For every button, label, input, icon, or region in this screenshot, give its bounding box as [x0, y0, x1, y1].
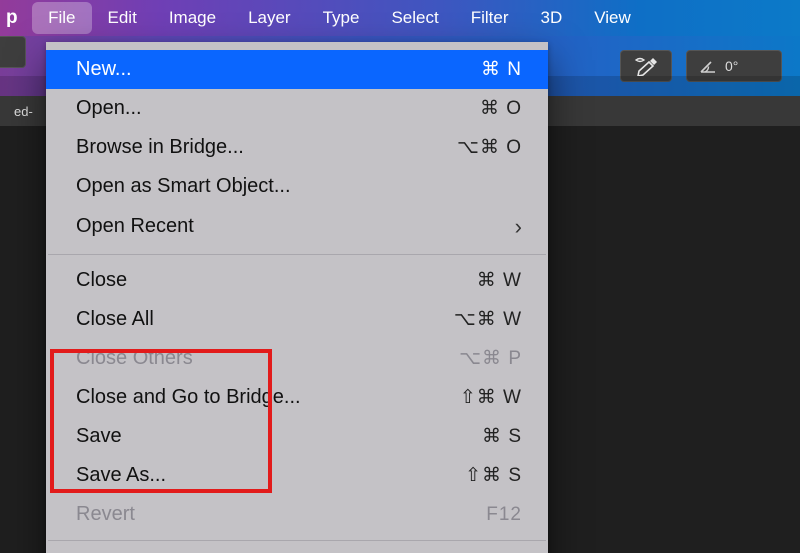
menu-item-label: Open as Smart Object...	[76, 172, 522, 201]
menubar-item-3d[interactable]: 3D	[524, 2, 578, 34]
app-window: p FileEditImageLayerTypeSelectFilter3DVi…	[0, 0, 800, 553]
menu-item-revert: RevertF12	[46, 495, 548, 534]
menu-item-close[interactable]: Close⌘ W	[46, 261, 548, 300]
menu-item-save[interactable]: Save⌘ S	[46, 417, 548, 456]
menu-item-label: Revert	[76, 500, 432, 529]
chevron-right-icon: ›	[502, 211, 522, 243]
rotation-angle-field[interactable]: 0°	[686, 50, 782, 82]
menubar-item-view[interactable]: View	[578, 2, 647, 34]
menu-item-label: Close and Go to Bridge...	[76, 383, 432, 412]
angle-icon	[699, 58, 717, 74]
menubar-item-edit[interactable]: Edit	[92, 2, 153, 34]
file-menu-dropdown: New...⌘ NOpen...⌘ OBrowse in Bridge...⌥⌘…	[46, 42, 548, 553]
menu-item-shortcut: ⌥⌘ O	[432, 134, 522, 162]
app-menu[interactable]: p	[0, 7, 32, 29]
menu-item-shortcut: ⇧⌘ W	[432, 384, 522, 412]
document-tab-fragment[interactable]: ed-	[6, 100, 41, 123]
menubar-item-layer[interactable]: Layer	[232, 2, 307, 34]
menu-item-browse[interactable]: Browse in Bridge...⌥⌘ O	[46, 128, 548, 167]
menubar-item-filter[interactable]: Filter	[455, 2, 525, 34]
menu-item-shortcut: F12	[432, 501, 522, 529]
menubar-item-select[interactable]: Select	[375, 2, 454, 34]
menu-item-label: Open Recent	[76, 212, 502, 241]
menu-item-label: Save	[76, 422, 432, 451]
menu-item-open-smart[interactable]: Open as Smart Object...	[46, 167, 548, 206]
menu-item-label: Open...	[76, 94, 432, 123]
toolbar-left-fragment	[0, 36, 26, 68]
menu-item-label: Browse in Bridge...	[76, 133, 432, 162]
menu-separator	[48, 540, 546, 541]
menu-item-open-recent[interactable]: Open Recent›	[46, 206, 548, 248]
menu-item-shortcut: ⌘ W	[432, 267, 522, 295]
menu-item-save-as[interactable]: Save As...⇧⌘ S	[46, 456, 548, 495]
eyedropper-icon	[633, 56, 659, 76]
rotation-angle-value: 0°	[725, 58, 738, 74]
menubar-item-type[interactable]: Type	[307, 2, 376, 34]
menubar-item-file[interactable]: File	[32, 2, 91, 34]
menu-item-shortcut: ⌥⌘ W	[432, 306, 522, 334]
menu-item-close-all[interactable]: Close All⌥⌘ W	[46, 300, 548, 339]
menu-item-shortcut: ⌘ O	[432, 95, 522, 123]
menu-item-label: Save As...	[76, 461, 432, 490]
menu-item-label: New...	[76, 55, 432, 84]
menubar: p FileEditImageLayerTypeSelectFilter3DVi…	[0, 0, 800, 36]
menu-item-close-others: Close Others⌥⌘ P	[46, 339, 548, 378]
menu-item-close-bridge[interactable]: Close and Go to Bridge...⇧⌘ W	[46, 378, 548, 417]
menu-item-label: Close All	[76, 305, 432, 334]
menu-item-new[interactable]: New...⌘ N	[46, 50, 548, 89]
menu-item-export[interactable]: Export›	[46, 547, 548, 553]
menu-item-shortcut: ⌘ S	[432, 423, 522, 451]
menu-item-shortcut: ⇧⌘ S	[432, 462, 522, 490]
menu-item-shortcut: ⌥⌘ P	[432, 345, 522, 373]
eyedropper-tool-button[interactable]	[620, 50, 672, 82]
menubar-item-image[interactable]: Image	[153, 2, 232, 34]
menu-item-label: Close Others	[76, 344, 432, 373]
menu-item-shortcut: ⌘ N	[432, 56, 522, 84]
menu-item-open[interactable]: Open...⌘ O	[46, 89, 548, 128]
menu-item-label: Close	[76, 266, 432, 295]
menu-separator	[48, 254, 546, 255]
